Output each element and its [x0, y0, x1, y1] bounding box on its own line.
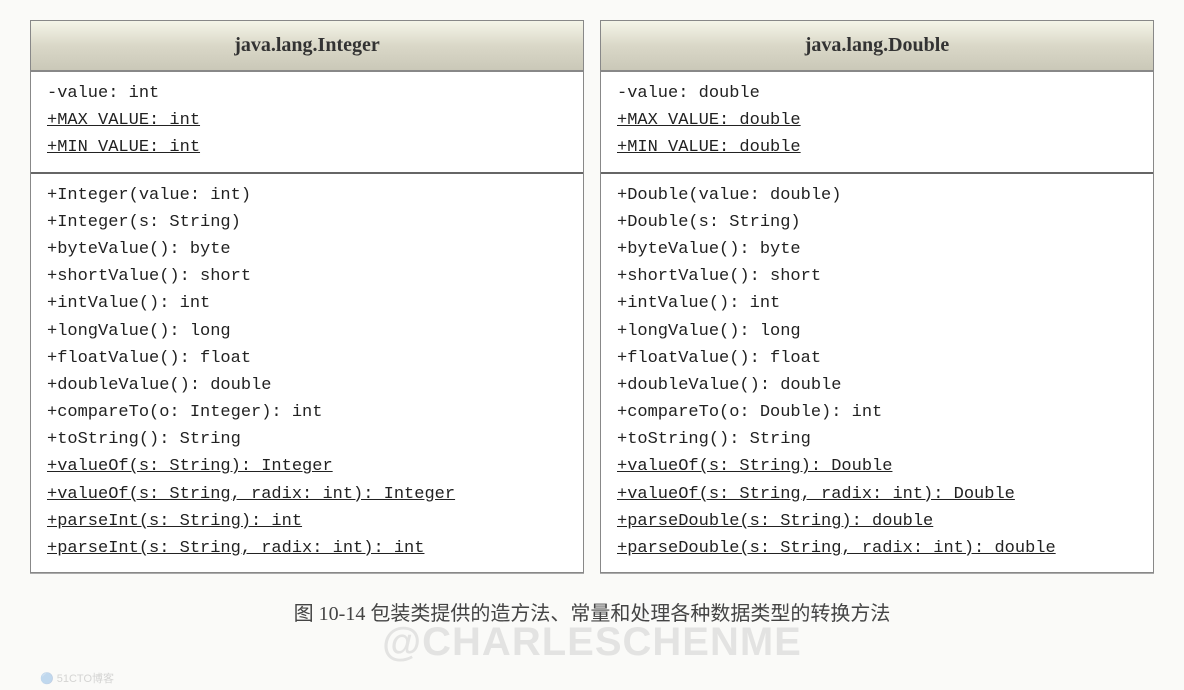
integer-method-line: +intValue(): int — [47, 290, 567, 317]
double-table-header: java.lang.Double — [601, 21, 1153, 72]
integer-fields-section: -value: int+MAX_VALUE: int+MIN_VALUE: in… — [31, 72, 583, 174]
double-method-line: +toString(): String — [617, 426, 1137, 453]
integer-method-line: +compareTo(o: Integer): int — [47, 399, 567, 426]
integer-field-line: +MAX_VALUE: int — [47, 107, 567, 134]
integer-method-line: +parseInt(s: String): int — [47, 508, 567, 535]
integer-method-line: +doubleValue(): double — [47, 372, 567, 399]
integer-method-line: +valueOf(s: String): Integer — [47, 453, 567, 480]
integer-method-line: +Integer(value: int) — [47, 182, 567, 209]
double-method-line: +parseDouble(s: String, radix: int): dou… — [617, 535, 1137, 562]
double-method-line: +compareTo(o: Double): int — [617, 399, 1137, 426]
double-method-line: +longValue(): long — [617, 318, 1137, 345]
double-method-line: +valueOf(s: String, radix: int): Double — [617, 481, 1137, 508]
watermark: @CHARLESCHENME — [0, 620, 1184, 665]
integer-method-line: +parseInt(s: String, radix: int): int — [47, 535, 567, 562]
double-method-line: +floatValue(): float — [617, 345, 1137, 372]
double-method-line: +shortValue(): short — [617, 263, 1137, 290]
double-method-line: +valueOf(s: String): Double — [617, 453, 1137, 480]
double-field-line: +MIN_VALUE: double — [617, 134, 1137, 161]
double-uml-table: java.lang.Double -value: double+MAX_VALU… — [600, 20, 1154, 573]
double-fields-section: -value: double+MAX_VALUE: double+MIN_VAL… — [601, 72, 1153, 174]
double-methods-section: +Double(value: double)+Double(s: String)… — [601, 174, 1153, 573]
integer-table-header: java.lang.Integer — [31, 21, 583, 72]
integer-method-line: +longValue(): long — [47, 318, 567, 345]
integer-method-line: +Integer(s: String) — [47, 209, 567, 236]
double-field-line: +MAX_VALUE: double — [617, 107, 1137, 134]
double-method-line: +byteValue(): byte — [617, 236, 1137, 263]
integer-field-line: +MIN_VALUE: int — [47, 134, 567, 161]
integer-method-line: +shortValue(): short — [47, 263, 567, 290]
double-method-line: +Double(s: String) — [617, 209, 1137, 236]
double-method-line: +intValue(): int — [617, 290, 1137, 317]
integer-field-line: -value: int — [47, 80, 567, 107]
double-field-line: -value: double — [617, 80, 1137, 107]
figure-caption: 图 10-14 包装类提供的造方法、常量和处理各种数据类型的转换方法 — [30, 597, 1154, 626]
integer-method-line: +byteValue(): byte — [47, 236, 567, 263]
double-method-line: +parseDouble(s: String): double — [617, 508, 1137, 535]
uml-tables-container: java.lang.Integer -value: int+MAX_VALUE:… — [30, 20, 1154, 573]
small-watermark: 🔵 51CTO博客 — [40, 670, 114, 686]
integer-method-line: +valueOf(s: String, radix: int): Integer — [47, 481, 567, 508]
integer-uml-table: java.lang.Integer -value: int+MAX_VALUE:… — [30, 20, 584, 573]
integer-method-line: +toString(): String — [47, 426, 567, 453]
integer-methods-section: +Integer(value: int)+Integer(s: String)+… — [31, 174, 583, 573]
double-method-line: +doubleValue(): double — [617, 372, 1137, 399]
double-method-line: +Double(value: double) — [617, 182, 1137, 209]
integer-method-line: +floatValue(): float — [47, 345, 567, 372]
